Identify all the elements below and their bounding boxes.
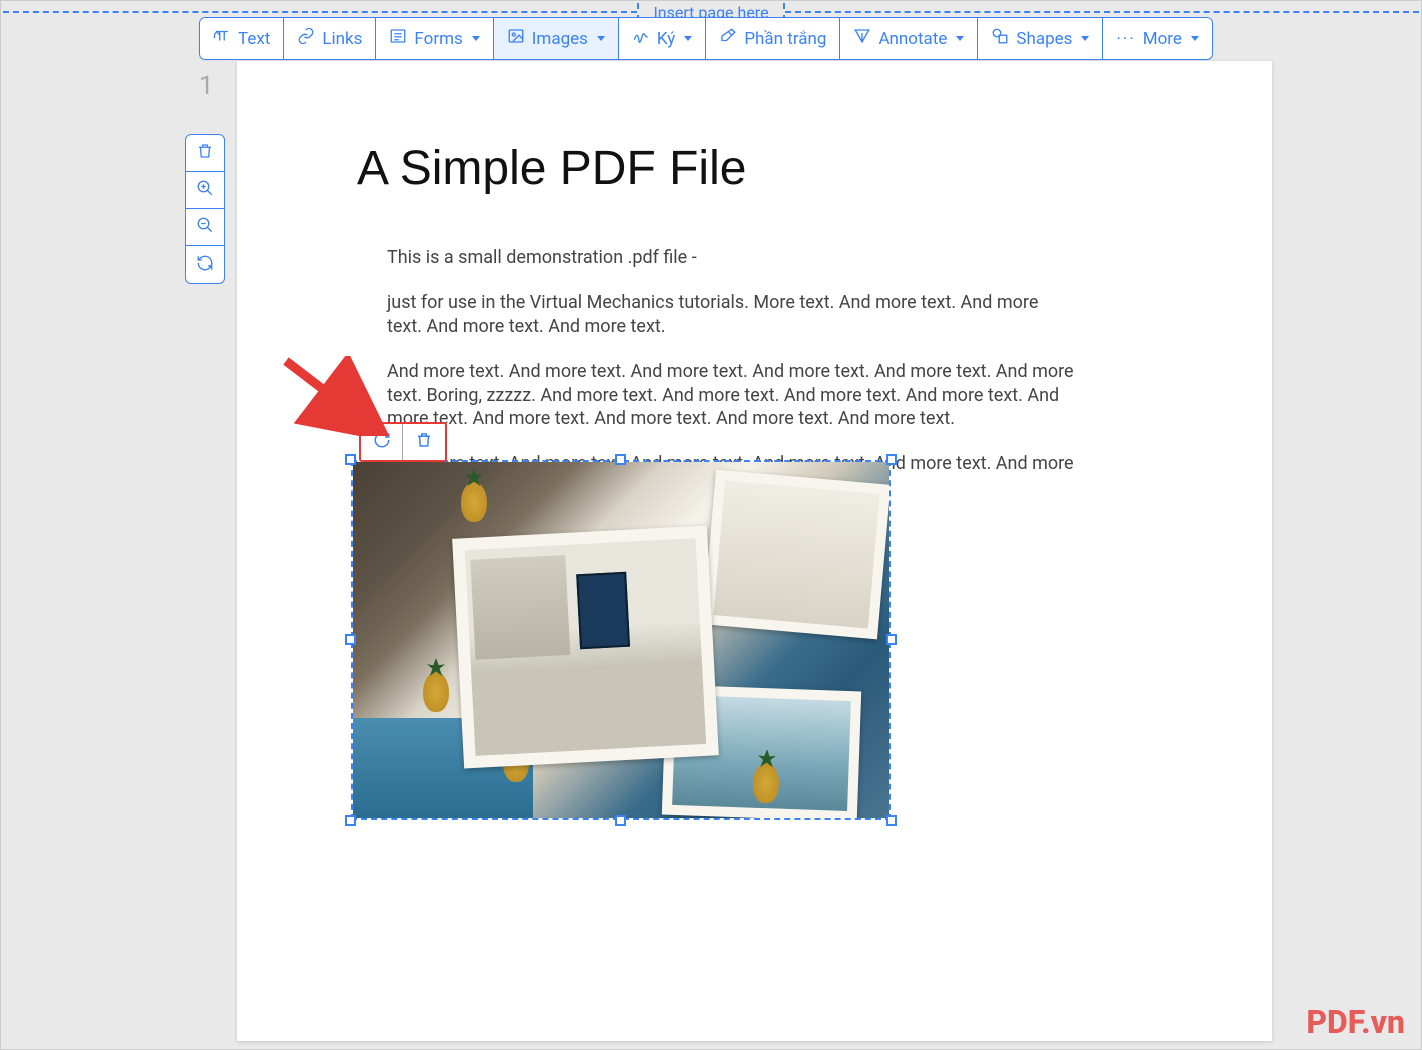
zoom-in-icon: [196, 179, 214, 201]
resize-handle-bl[interactable]: [345, 815, 356, 826]
image-icon: [507, 27, 525, 50]
zoom-out-button[interactable]: [186, 209, 224, 246]
caret-icon: [1081, 36, 1089, 41]
document-title: A Simple PDF File: [357, 141, 1162, 196]
delete-image-button[interactable]: [403, 424, 445, 460]
paragraph: just for use in the Virtual Mechanics tu…: [357, 291, 1077, 338]
rotate-image-button[interactable]: [361, 424, 403, 460]
image-context-toolbar: [359, 422, 447, 462]
side-toolbar: [185, 134, 225, 284]
paragraph: And more text. And more text. And more t…: [357, 360, 1077, 430]
text-label: Text: [238, 29, 270, 49]
resize-handle-tl[interactable]: [345, 454, 356, 465]
sign-label: Ký: [657, 29, 675, 49]
forms-button[interactable]: Forms: [375, 17, 492, 60]
resize-handle-tr[interactable]: [886, 454, 897, 465]
caret-icon: [472, 36, 480, 41]
sign-icon: [632, 27, 650, 50]
caret-icon: [1191, 36, 1199, 41]
resize-handle-bm[interactable]: [615, 815, 626, 826]
paragraph: This is a small demonstration .pdf file …: [357, 246, 1077, 269]
inserted-image-selection[interactable]: [351, 460, 891, 820]
rotate-icon: [196, 254, 214, 276]
images-label: Images: [532, 29, 588, 49]
eraser-icon: [719, 27, 737, 50]
rotate-cw-icon: [373, 431, 391, 453]
resize-handle-tm[interactable]: [615, 454, 626, 465]
trash-icon: [415, 431, 433, 453]
more-icon: ···: [1116, 29, 1135, 49]
more-label: More: [1143, 29, 1182, 49]
caret-icon: [597, 36, 605, 41]
links-button[interactable]: Links: [283, 17, 375, 60]
watermark: PDF.vn: [1306, 1003, 1405, 1041]
zoom-in-button[interactable]: [186, 172, 224, 209]
main-toolbar: Text Links Forms Images Ký Phần trắng An…: [199, 17, 1213, 60]
link-icon: [297, 27, 315, 50]
annotate-button[interactable]: Annotate: [839, 17, 977, 60]
dash-left: [3, 11, 637, 13]
annotate-label: Annotate: [878, 29, 947, 49]
dash-right: [785, 11, 1419, 13]
text-button[interactable]: Text: [199, 17, 283, 60]
whiteout-label: Phần trắng: [744, 29, 826, 49]
caret-icon: [684, 36, 692, 41]
more-button[interactable]: ··· More: [1102, 17, 1212, 60]
resize-handle-br[interactable]: [886, 815, 897, 826]
shapes-label: Shapes: [1016, 29, 1072, 49]
sign-button[interactable]: Ký: [618, 17, 705, 60]
text-icon: [213, 27, 231, 50]
shapes-icon: [991, 27, 1009, 50]
delete-page-button[interactable]: [186, 135, 224, 172]
zoom-out-icon: [196, 216, 214, 238]
page-number: 1: [199, 71, 214, 101]
shapes-button[interactable]: Shapes: [977, 17, 1102, 60]
caret-icon: [956, 36, 964, 41]
rotate-page-button[interactable]: [186, 246, 224, 283]
whiteout-button[interactable]: Phần trắng: [705, 17, 839, 60]
links-label: Links: [322, 29, 362, 49]
forms-label: Forms: [414, 29, 462, 49]
selection-border: [351, 460, 891, 820]
trash-icon: [196, 142, 214, 164]
form-icon: [389, 27, 407, 50]
resize-handle-ml[interactable]: [345, 634, 356, 645]
resize-handle-mr[interactable]: [886, 634, 897, 645]
images-button[interactable]: Images: [493, 17, 618, 60]
annotate-icon: [853, 27, 871, 50]
